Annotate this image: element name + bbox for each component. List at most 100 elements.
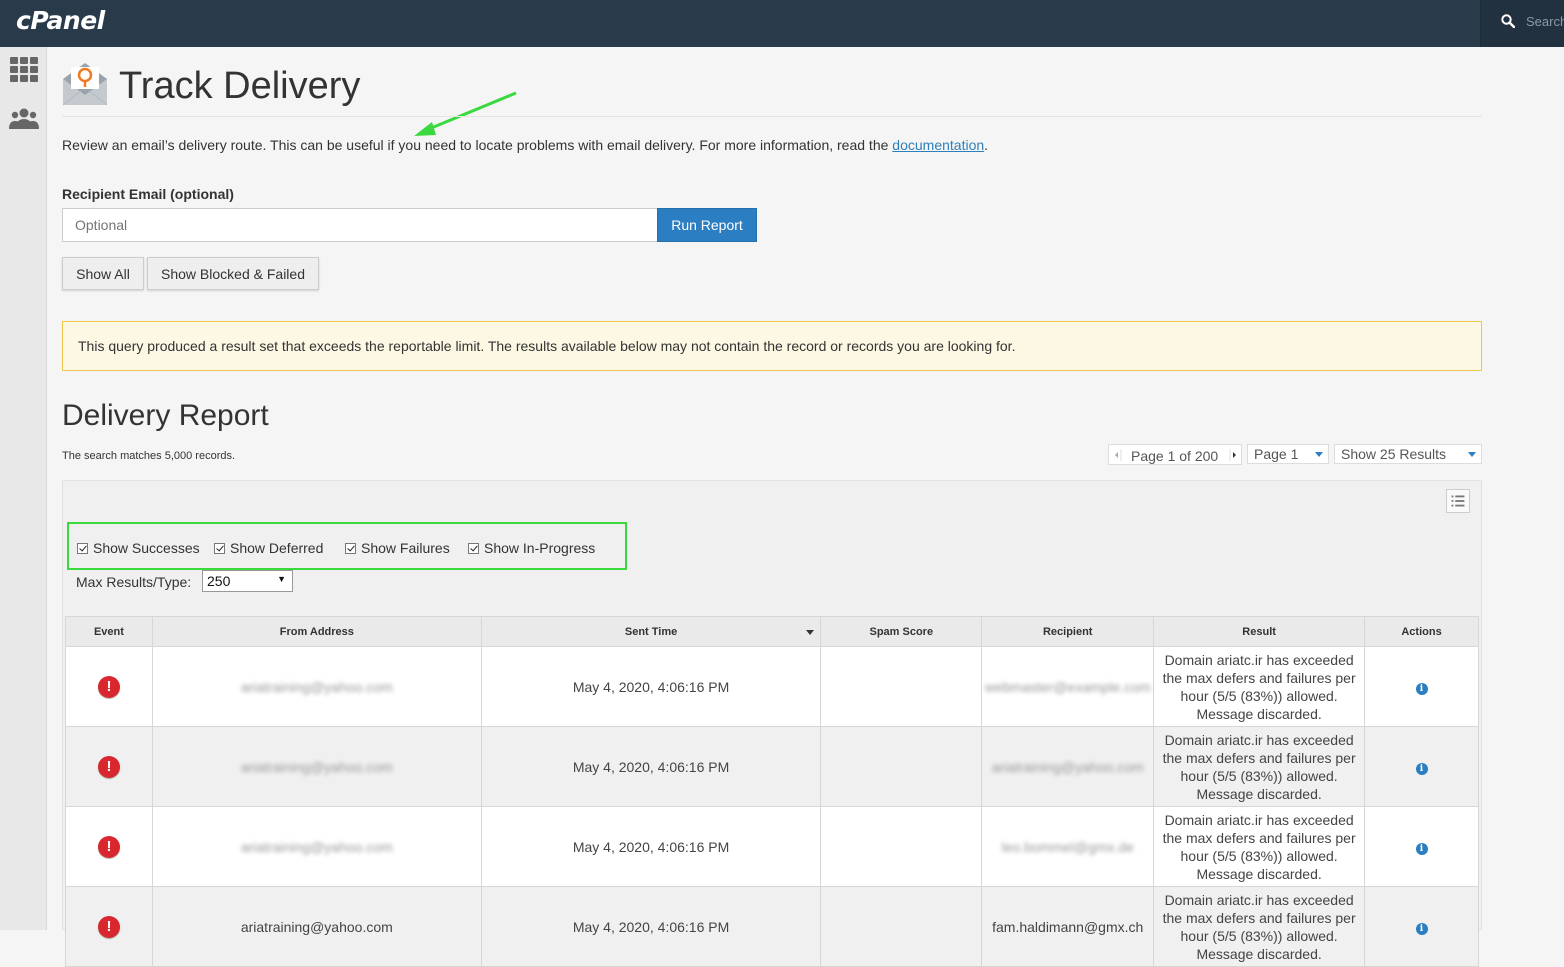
spam-score-cell bbox=[820, 646, 983, 727]
table-row[interactable]: ! ariatraining@yahoo.com May 4, 2020, 4:… bbox=[65, 726, 1479, 807]
max-results-label: Max Results/Type: bbox=[76, 574, 192, 590]
result-cell: Domain ariatc.ir has exceeded the max de… bbox=[1153, 726, 1366, 807]
spam-score-cell bbox=[820, 886, 983, 967]
prev-page-icon[interactable] bbox=[1112, 449, 1122, 461]
page-select-value: Page 1 bbox=[1254, 446, 1299, 462]
show-all-button[interactable]: Show All bbox=[62, 257, 144, 290]
checkbox-checked-icon[interactable] bbox=[345, 542, 356, 554]
recipient-address: leo.bommel@gmx.de bbox=[1001, 838, 1134, 855]
search-box[interactable]: Search bbox=[1480, 0, 1564, 47]
actions-cell: i bbox=[1364, 726, 1479, 807]
from-address-cell: ariatraining@yahoo.com bbox=[151, 726, 482, 807]
error-icon: ! bbox=[97, 915, 120, 938]
page-description: Review an email’s delivery route. This c… bbox=[62, 137, 988, 153]
spam-score-cell bbox=[820, 726, 983, 807]
result-cell: Domain ariatc.ir has exceeded the max de… bbox=[1153, 806, 1366, 887]
top-bar: cPanel Search bbox=[0, 0, 1564, 47]
filter-label: Show Failures bbox=[361, 540, 450, 556]
delivery-report-table: Event From Address Sent Time Spam Score … bbox=[65, 616, 1479, 967]
page-select[interactable]: Page 1 bbox=[1247, 444, 1329, 464]
column-header-from-address[interactable]: From Address bbox=[151, 616, 482, 647]
checkbox-checked-icon[interactable] bbox=[214, 542, 225, 554]
recipient-cell: ariatraining@yahoo.com bbox=[981, 726, 1155, 807]
show-deferred-checkbox[interactable]: Show Deferred bbox=[214, 540, 323, 556]
results-select-value: Show 25 Results bbox=[1341, 446, 1447, 462]
recipient-cell: webmaster@example.com bbox=[981, 646, 1155, 727]
recipient-address: webmaster@example.com bbox=[984, 678, 1151, 695]
search-icon bbox=[1501, 14, 1515, 28]
show-successes-checkbox[interactable]: Show Successes bbox=[77, 540, 200, 556]
cpanel-logo[interactable]: cPanel bbox=[16, 6, 105, 35]
from-address: ariatraining@yahoo.com bbox=[240, 838, 393, 855]
from-address: ariatraining@yahoo.com bbox=[240, 678, 393, 695]
show-blocked-failed-button[interactable]: Show Blocked & Failed bbox=[147, 257, 319, 290]
dropdown-arrow-icon: ▼ bbox=[277, 574, 286, 584]
sent-time-header-label: Sent Time bbox=[624, 625, 678, 638]
results-per-page-select[interactable]: Show 25 Results bbox=[1334, 444, 1482, 464]
info-icon[interactable]: i bbox=[1415, 843, 1428, 855]
limit-warning-alert: This query produced a result set that ex… bbox=[62, 321, 1482, 371]
from-address-cell: ariatraining@yahoo.com bbox=[151, 646, 482, 727]
filter-label: Show Deferred bbox=[230, 540, 324, 556]
record-count-text: The search matches 5,000 records. bbox=[62, 450, 236, 462]
report-panel: Show Successes Show Deferred Show Failur… bbox=[62, 480, 1482, 967]
column-header-event[interactable]: Event bbox=[65, 616, 153, 647]
spam-score-cell bbox=[820, 806, 983, 887]
track-delivery-icon bbox=[62, 63, 108, 106]
actions-cell: i bbox=[1364, 886, 1479, 967]
sent-time-cell: May 4, 2020, 4:06:16 PM bbox=[480, 646, 822, 727]
search-label: Search bbox=[1526, 14, 1564, 29]
show-in-progress-checkbox[interactable]: Show In-Progress bbox=[468, 540, 595, 556]
error-icon: ! bbox=[97, 835, 120, 858]
apps-grid-icon[interactable] bbox=[8, 56, 40, 84]
run-report-button[interactable]: Run Report bbox=[657, 208, 757, 242]
delivery-report-title: Delivery Report bbox=[62, 399, 269, 432]
column-header-recipient[interactable]: Recipient bbox=[981, 616, 1155, 647]
sent-time-cell: May 4, 2020, 4:06:16 PM bbox=[480, 726, 822, 807]
table-header-row: Event From Address Sent Time Spam Score … bbox=[65, 616, 1479, 647]
column-header-actions: Actions bbox=[1364, 616, 1479, 647]
sent-time-cell: May 4, 2020, 4:06:16 PM bbox=[480, 886, 822, 967]
chevron-down-icon bbox=[1315, 452, 1323, 457]
recipient-cell: fam.haldimann@gmx.ch bbox=[981, 886, 1155, 967]
description-text: Review an email’s delivery route. This c… bbox=[62, 137, 893, 153]
page-indicator: Page 1 of 200 bbox=[1131, 448, 1219, 464]
from-address-cell: ariatraining@yahoo.com bbox=[151, 886, 482, 967]
recipient-cell: leo.bommel@gmx.de bbox=[981, 806, 1155, 887]
info-icon[interactable]: i bbox=[1415, 763, 1428, 775]
from-address-cell: ariatraining@yahoo.com bbox=[151, 806, 482, 887]
info-icon[interactable]: i bbox=[1415, 923, 1428, 935]
recipient-email-label: Recipient Email (optional) bbox=[62, 186, 234, 202]
recipient-address: ariatraining@yahoo.com bbox=[991, 758, 1144, 775]
pagination-control: Page 1 of 200 bbox=[1108, 444, 1242, 465]
documentation-link[interactable]: documentation bbox=[892, 137, 984, 153]
column-header-sent-time[interactable]: Sent Time bbox=[480, 616, 822, 647]
table-row[interactable]: ! ariatraining@yahoo.com May 4, 2020, 4:… bbox=[65, 886, 1479, 967]
recipient-email-input[interactable] bbox=[62, 208, 658, 242]
sent-time-cell: May 4, 2020, 4:06:16 PM bbox=[480, 806, 822, 887]
event-cell: ! bbox=[65, 806, 153, 887]
error-icon: ! bbox=[97, 675, 120, 698]
page-title: Track Delivery bbox=[119, 65, 361, 107]
max-results-select[interactable]: 250 ▼ bbox=[202, 570, 293, 592]
column-header-result[interactable]: Result bbox=[1153, 616, 1366, 647]
event-cell: ! bbox=[65, 886, 153, 967]
checkbox-checked-icon[interactable] bbox=[468, 542, 479, 554]
table-row[interactable]: ! ariatraining@yahoo.com May 4, 2020, 4:… bbox=[65, 806, 1479, 887]
main-content: Track Delivery Review an email’s deliver… bbox=[47, 47, 1564, 967]
table-row[interactable]: ! ariatraining@yahoo.com May 4, 2020, 4:… bbox=[65, 646, 1479, 727]
next-page-icon[interactable] bbox=[1229, 449, 1239, 461]
users-icon[interactable] bbox=[8, 105, 40, 133]
show-failures-checkbox[interactable]: Show Failures bbox=[345, 540, 450, 556]
error-icon: ! bbox=[97, 755, 120, 778]
column-list-icon[interactable] bbox=[1446, 489, 1470, 513]
result-cell: Domain ariatc.ir has exceeded the max de… bbox=[1153, 646, 1366, 727]
event-cell: ! bbox=[65, 726, 153, 807]
checkbox-checked-icon[interactable] bbox=[77, 542, 88, 554]
column-header-spam-score[interactable]: Spam Score bbox=[820, 616, 983, 647]
filter-label: Show Successes bbox=[93, 540, 200, 556]
title-divider bbox=[62, 116, 1482, 117]
info-icon[interactable]: i bbox=[1415, 683, 1428, 695]
result-cell: Domain ariatc.ir has exceeded the max de… bbox=[1153, 886, 1366, 967]
filter-label: Show In-Progress bbox=[484, 540, 596, 556]
